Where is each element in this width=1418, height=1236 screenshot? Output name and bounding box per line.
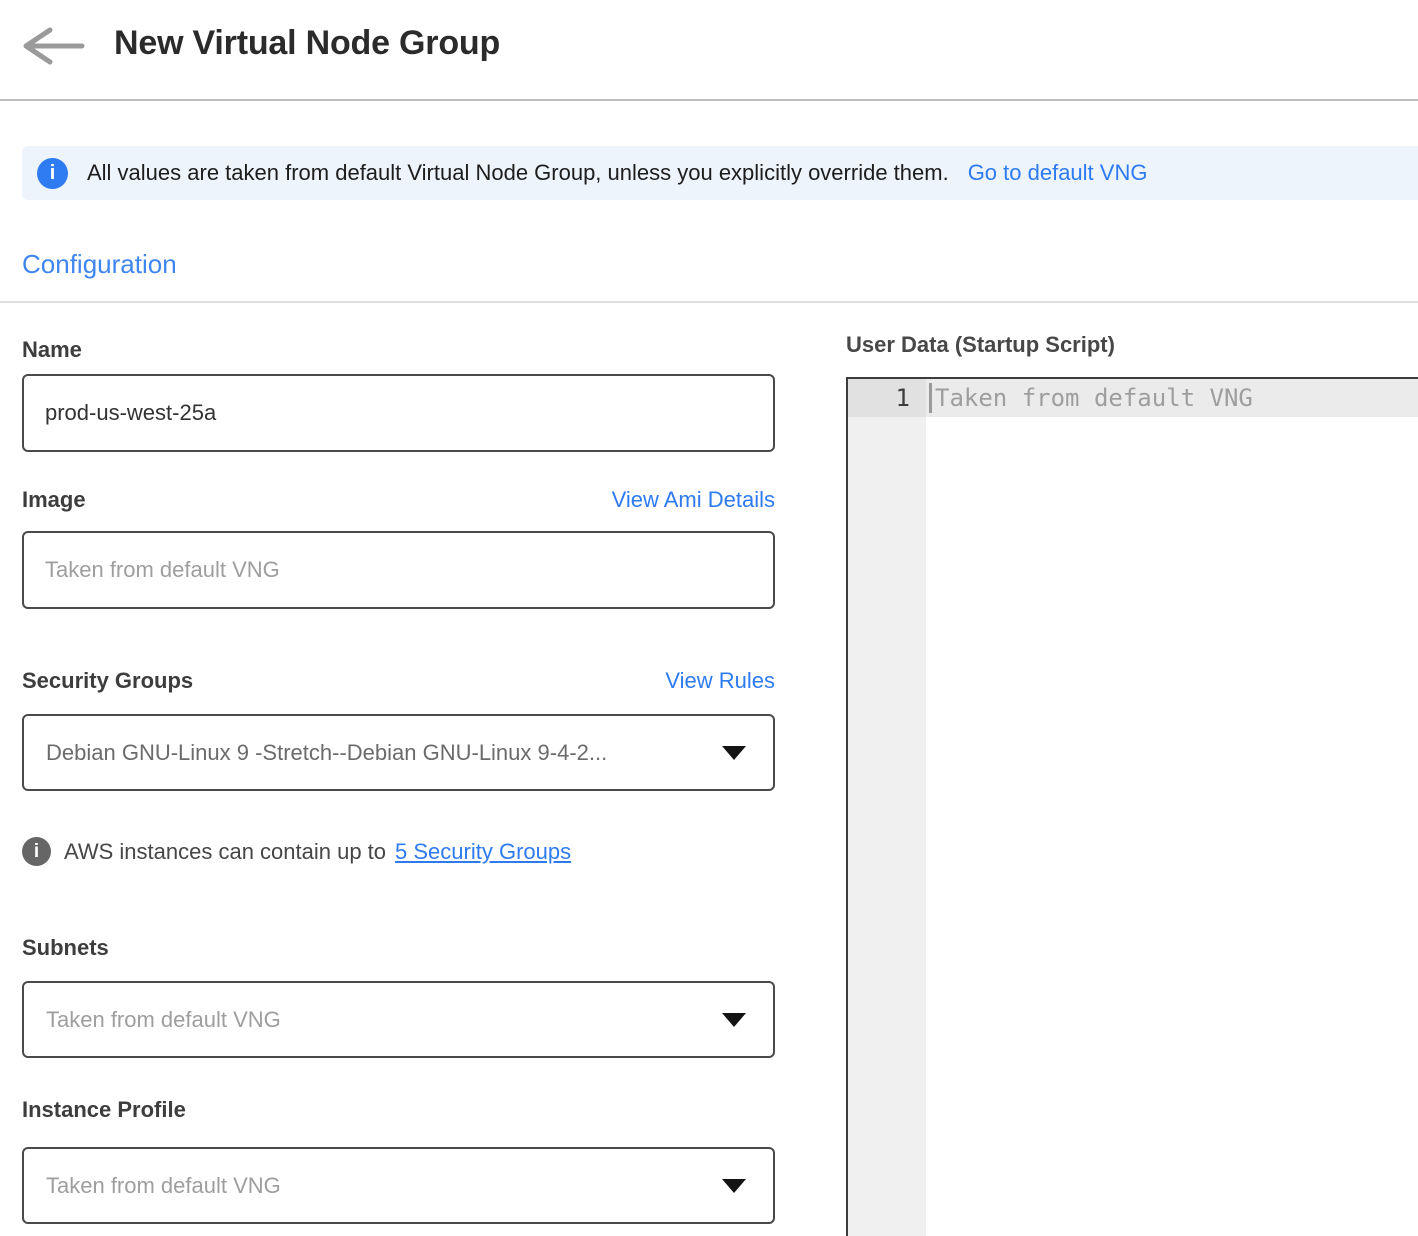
image-label-row: Image View Ami Details xyxy=(22,487,775,513)
user-data-label: User Data (Startup Script) xyxy=(846,332,1115,358)
back-arrow-icon[interactable] xyxy=(20,26,86,66)
chevron-down-icon xyxy=(722,1179,746,1193)
chevron-down-icon xyxy=(722,746,746,760)
configuration-heading: Configuration xyxy=(22,249,177,280)
view-rules-link[interactable]: View Rules xyxy=(665,668,775,694)
info-icon: i xyxy=(37,158,68,189)
editor-active-line: 1 Taken from default VNG xyxy=(848,379,1418,417)
name-label: Name xyxy=(22,337,775,363)
instance-profile-placeholder: Taken from default VNG xyxy=(24,1173,722,1199)
new-virtual-node-group-page: New Virtual Node Group i All values are … xyxy=(0,0,1418,1236)
editor-gutter xyxy=(848,379,926,1236)
subnets-placeholder: Taken from default VNG xyxy=(24,1007,722,1033)
header-divider xyxy=(0,99,1418,101)
go-to-default-vng-link[interactable]: Go to default VNG xyxy=(968,160,1148,186)
name-input[interactable] xyxy=(22,374,775,452)
instance-profile-label: Instance Profile xyxy=(22,1097,775,1123)
subnets-select[interactable]: Taken from default VNG xyxy=(22,981,775,1058)
editor-placeholder: Taken from default VNG xyxy=(935,384,1253,412)
note-text: AWS instances can contain up to xyxy=(64,839,386,865)
info-banner: i All values are taken from default Virt… xyxy=(22,146,1418,200)
security-groups-label-row: Security Groups View Rules xyxy=(22,668,775,694)
subnets-label: Subnets xyxy=(22,935,775,961)
chevron-down-icon xyxy=(722,1013,746,1027)
security-groups-select[interactable]: Debian GNU-Linux 9 -Stretch--Debian GNU-… xyxy=(22,714,775,791)
banner-text: All values are taken from default Virtua… xyxy=(87,160,949,186)
info-icon: i xyxy=(22,837,51,866)
editor-line-content: Taken from default VNG xyxy=(926,379,1418,417)
text-cursor xyxy=(929,383,932,413)
security-groups-label: Security Groups xyxy=(22,668,193,694)
security-groups-value: Debian GNU-Linux 9 -Stretch--Debian GNU-… xyxy=(24,740,722,766)
image-label: Image xyxy=(22,487,86,513)
security-groups-note: i AWS instances can contain up to 5 Secu… xyxy=(22,837,775,866)
section-divider xyxy=(0,301,1418,303)
image-input[interactable] xyxy=(22,531,775,609)
page-title: New Virtual Node Group xyxy=(114,24,500,63)
user-data-code-editor[interactable]: 1 Taken from default VNG xyxy=(846,377,1418,1236)
five-security-groups-link[interactable]: 5 Security Groups xyxy=(395,839,571,865)
line-number: 1 xyxy=(848,379,926,417)
instance-profile-select[interactable]: Taken from default VNG xyxy=(22,1147,775,1224)
view-ami-details-link[interactable]: View Ami Details xyxy=(612,487,775,513)
